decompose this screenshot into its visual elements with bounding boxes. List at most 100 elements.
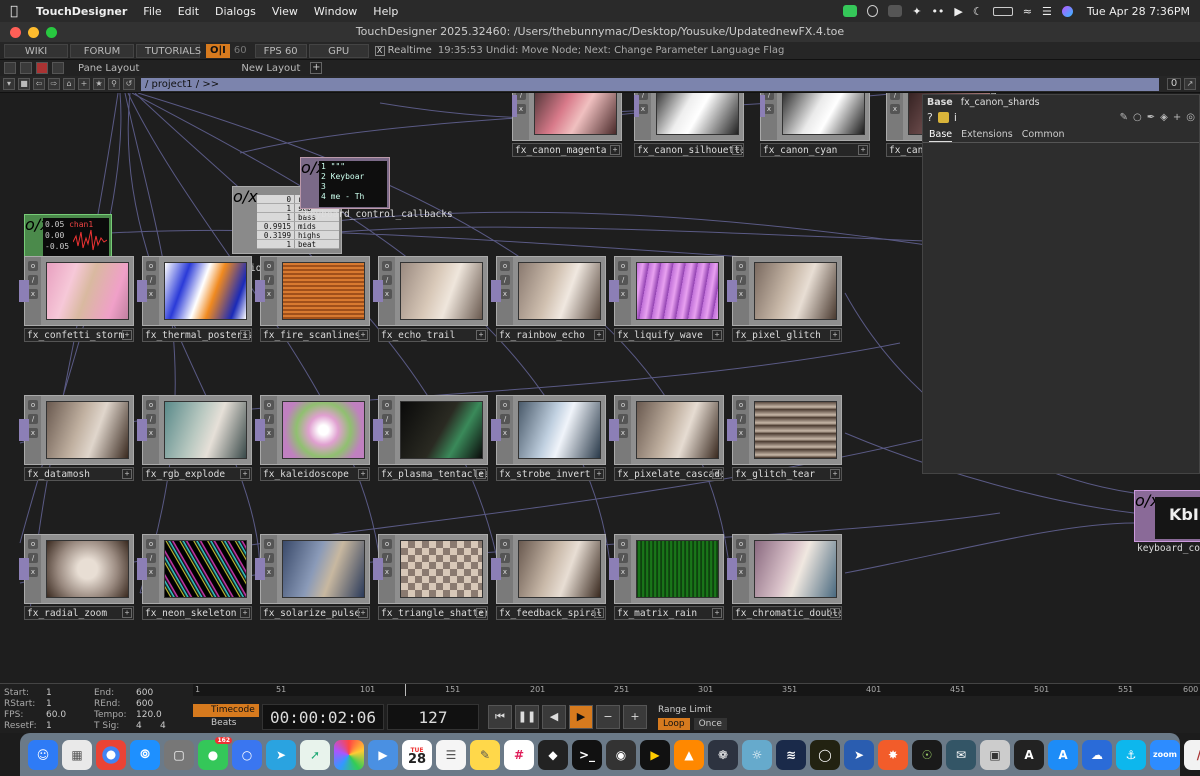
pause-button[interactable]: ❚❚	[515, 705, 539, 729]
output-connector[interactable]	[614, 558, 619, 580]
lock-icon[interactable]: x	[638, 104, 648, 114]
wiki-button[interactable]: WIKI	[4, 43, 68, 58]
lock-icon[interactable]: x	[500, 567, 510, 577]
node-plus-button[interactable]: +	[240, 469, 250, 479]
beats-tab[interactable]: Beats	[193, 717, 259, 730]
slack-icon[interactable]: #	[504, 739, 534, 770]
play-button[interactable]: ▶	[569, 705, 593, 729]
viewer-icon[interactable]: o	[264, 261, 274, 271]
node-plus-button[interactable]: +	[476, 608, 486, 618]
path-menu-icon[interactable]: ▾	[3, 78, 15, 90]
lock-icon[interactable]: x	[146, 428, 156, 438]
bookmark-icon[interactable]: ★	[93, 78, 105, 90]
viewer-icon[interactable]: o	[233, 187, 243, 206]
viewer-icon[interactable]: o	[264, 400, 274, 410]
node-plus-button[interactable]: +	[830, 469, 840, 479]
lock-icon[interactable]: x	[516, 104, 526, 114]
pencil-app-icon[interactable]: /	[1184, 739, 1200, 770]
menu-help[interactable]: Help	[365, 5, 406, 18]
lock-icon[interactable]: x	[28, 289, 38, 299]
zoom-window-button[interactable]	[46, 27, 57, 38]
lock-icon[interactable]: x	[382, 289, 392, 299]
output-connector[interactable]	[378, 419, 383, 441]
output-connector[interactable]	[496, 280, 501, 302]
menu-clock[interactable]: Tue Apr 28 7:36PM	[1087, 5, 1190, 18]
finder-icon[interactable]: ☺	[28, 739, 58, 770]
viewer-icon[interactable]: o	[25, 215, 35, 234]
node-plus-button[interactable]: +	[122, 608, 132, 618]
timecode-tab[interactable]: Timecode	[193, 704, 259, 717]
output-connector[interactable]	[732, 419, 737, 441]
bypass-icon[interactable]: /	[890, 93, 900, 100]
resetf-value[interactable]: 1	[46, 721, 52, 731]
output-connector[interactable]	[732, 558, 737, 580]
apple-icon[interactable]: 	[0, 4, 28, 19]
viewer-icon[interactable]: o	[736, 400, 746, 410]
pane-settings-icon[interactable]	[52, 62, 64, 74]
expand-icon[interactable]: ↗	[1184, 78, 1196, 90]
circle-status-icon[interactable]	[867, 5, 879, 17]
notes-icon[interactable]: ✎	[470, 739, 500, 770]
spiral-app-icon[interactable]: ☼	[742, 739, 772, 770]
playhead[interactable]	[405, 684, 406, 696]
close-window-button[interactable]	[10, 27, 21, 38]
dots-icon[interactable]: ••	[931, 5, 944, 18]
back-icon[interactable]: ⇦	[33, 78, 45, 90]
chrome-icon[interactable]	[96, 739, 126, 770]
viewer-icon[interactable]: o	[146, 261, 156, 271]
pane-split-icon[interactable]	[20, 62, 32, 74]
moon-icon[interactable]: ☾	[973, 5, 983, 18]
viewer-icon[interactable]: o	[736, 539, 746, 549]
comment-icon[interactable]: ○	[1133, 112, 1142, 123]
control-center-icon[interactable]: ☰	[1042, 5, 1052, 18]
bypass-icon[interactable]: /	[382, 553, 392, 563]
viewer-icon[interactable]: o	[618, 400, 628, 410]
menu-edit[interactable]: Edit	[170, 5, 207, 18]
lock-icon[interactable]: x	[736, 289, 746, 299]
node-plus-button[interactable]: +	[712, 469, 722, 479]
bypass-icon[interactable]: /	[500, 275, 510, 285]
rend-value[interactable]: 600	[136, 699, 153, 709]
output-connector[interactable]	[142, 419, 147, 441]
menu-app-name[interactable]: TouchDesigner	[28, 5, 135, 18]
once-button[interactable]: Once	[693, 717, 727, 730]
bypass-icon[interactable]: /	[736, 275, 746, 285]
pencil-icon[interactable]: ✎	[1120, 112, 1128, 123]
help-icon[interactable]: ?	[927, 111, 933, 124]
viewer-icon[interactable]: o	[618, 539, 628, 549]
tool-app-icon[interactable]: ▣	[980, 739, 1010, 770]
tutorials-button[interactable]: TUTORIALS	[136, 43, 201, 58]
lock-icon[interactable]: x	[736, 428, 746, 438]
bypass-icon[interactable]: /	[28, 414, 38, 424]
bypass-icon[interactable]: /	[618, 414, 628, 424]
photos-icon[interactable]	[334, 739, 364, 770]
bypass-icon[interactable]: /	[146, 414, 156, 424]
lock-icon[interactable]: x	[618, 289, 628, 299]
preview-icon[interactable]: ▢	[164, 739, 194, 770]
media-player-icon[interactable]: ▶	[640, 739, 670, 770]
output-connector[interactable]	[378, 280, 383, 302]
gpu-button[interactable]: GPU	[308, 43, 369, 58]
davinci-icon[interactable]: ❁	[708, 739, 738, 770]
output-connector[interactable]	[260, 419, 265, 441]
facetime-icon[interactable]: ▶	[368, 739, 398, 770]
wifi-icon[interactable]: ≈	[1023, 5, 1032, 18]
viewer-icon[interactable]: o	[382, 261, 392, 271]
node-plus-button[interactable]: +	[240, 330, 250, 340]
viewer-icon[interactable]: o	[382, 400, 392, 410]
output-connector[interactable]	[378, 558, 383, 580]
bypass-icon[interactable]: /	[28, 553, 38, 563]
forum-button[interactable]: FORUM	[70, 43, 134, 58]
record-icon[interactable]	[36, 62, 48, 74]
safari-icon[interactable]: ⦾	[130, 739, 160, 770]
circle-app-icon[interactable]: ◯	[810, 739, 840, 770]
viewer-icon[interactable]: o	[28, 539, 38, 549]
end-value[interactable]: 600	[136, 688, 153, 698]
node-keyboard-in[interactable]: o/x KbI	[1134, 490, 1200, 542]
lock-icon[interactable]: x	[382, 428, 392, 438]
viewer-icon[interactable]: o	[28, 261, 38, 271]
viewer-icon[interactable]: o	[618, 261, 628, 271]
output-connector[interactable]	[24, 280, 29, 302]
minimize-window-button[interactable]	[28, 27, 39, 38]
node-plus-button[interactable]: +	[122, 330, 132, 340]
